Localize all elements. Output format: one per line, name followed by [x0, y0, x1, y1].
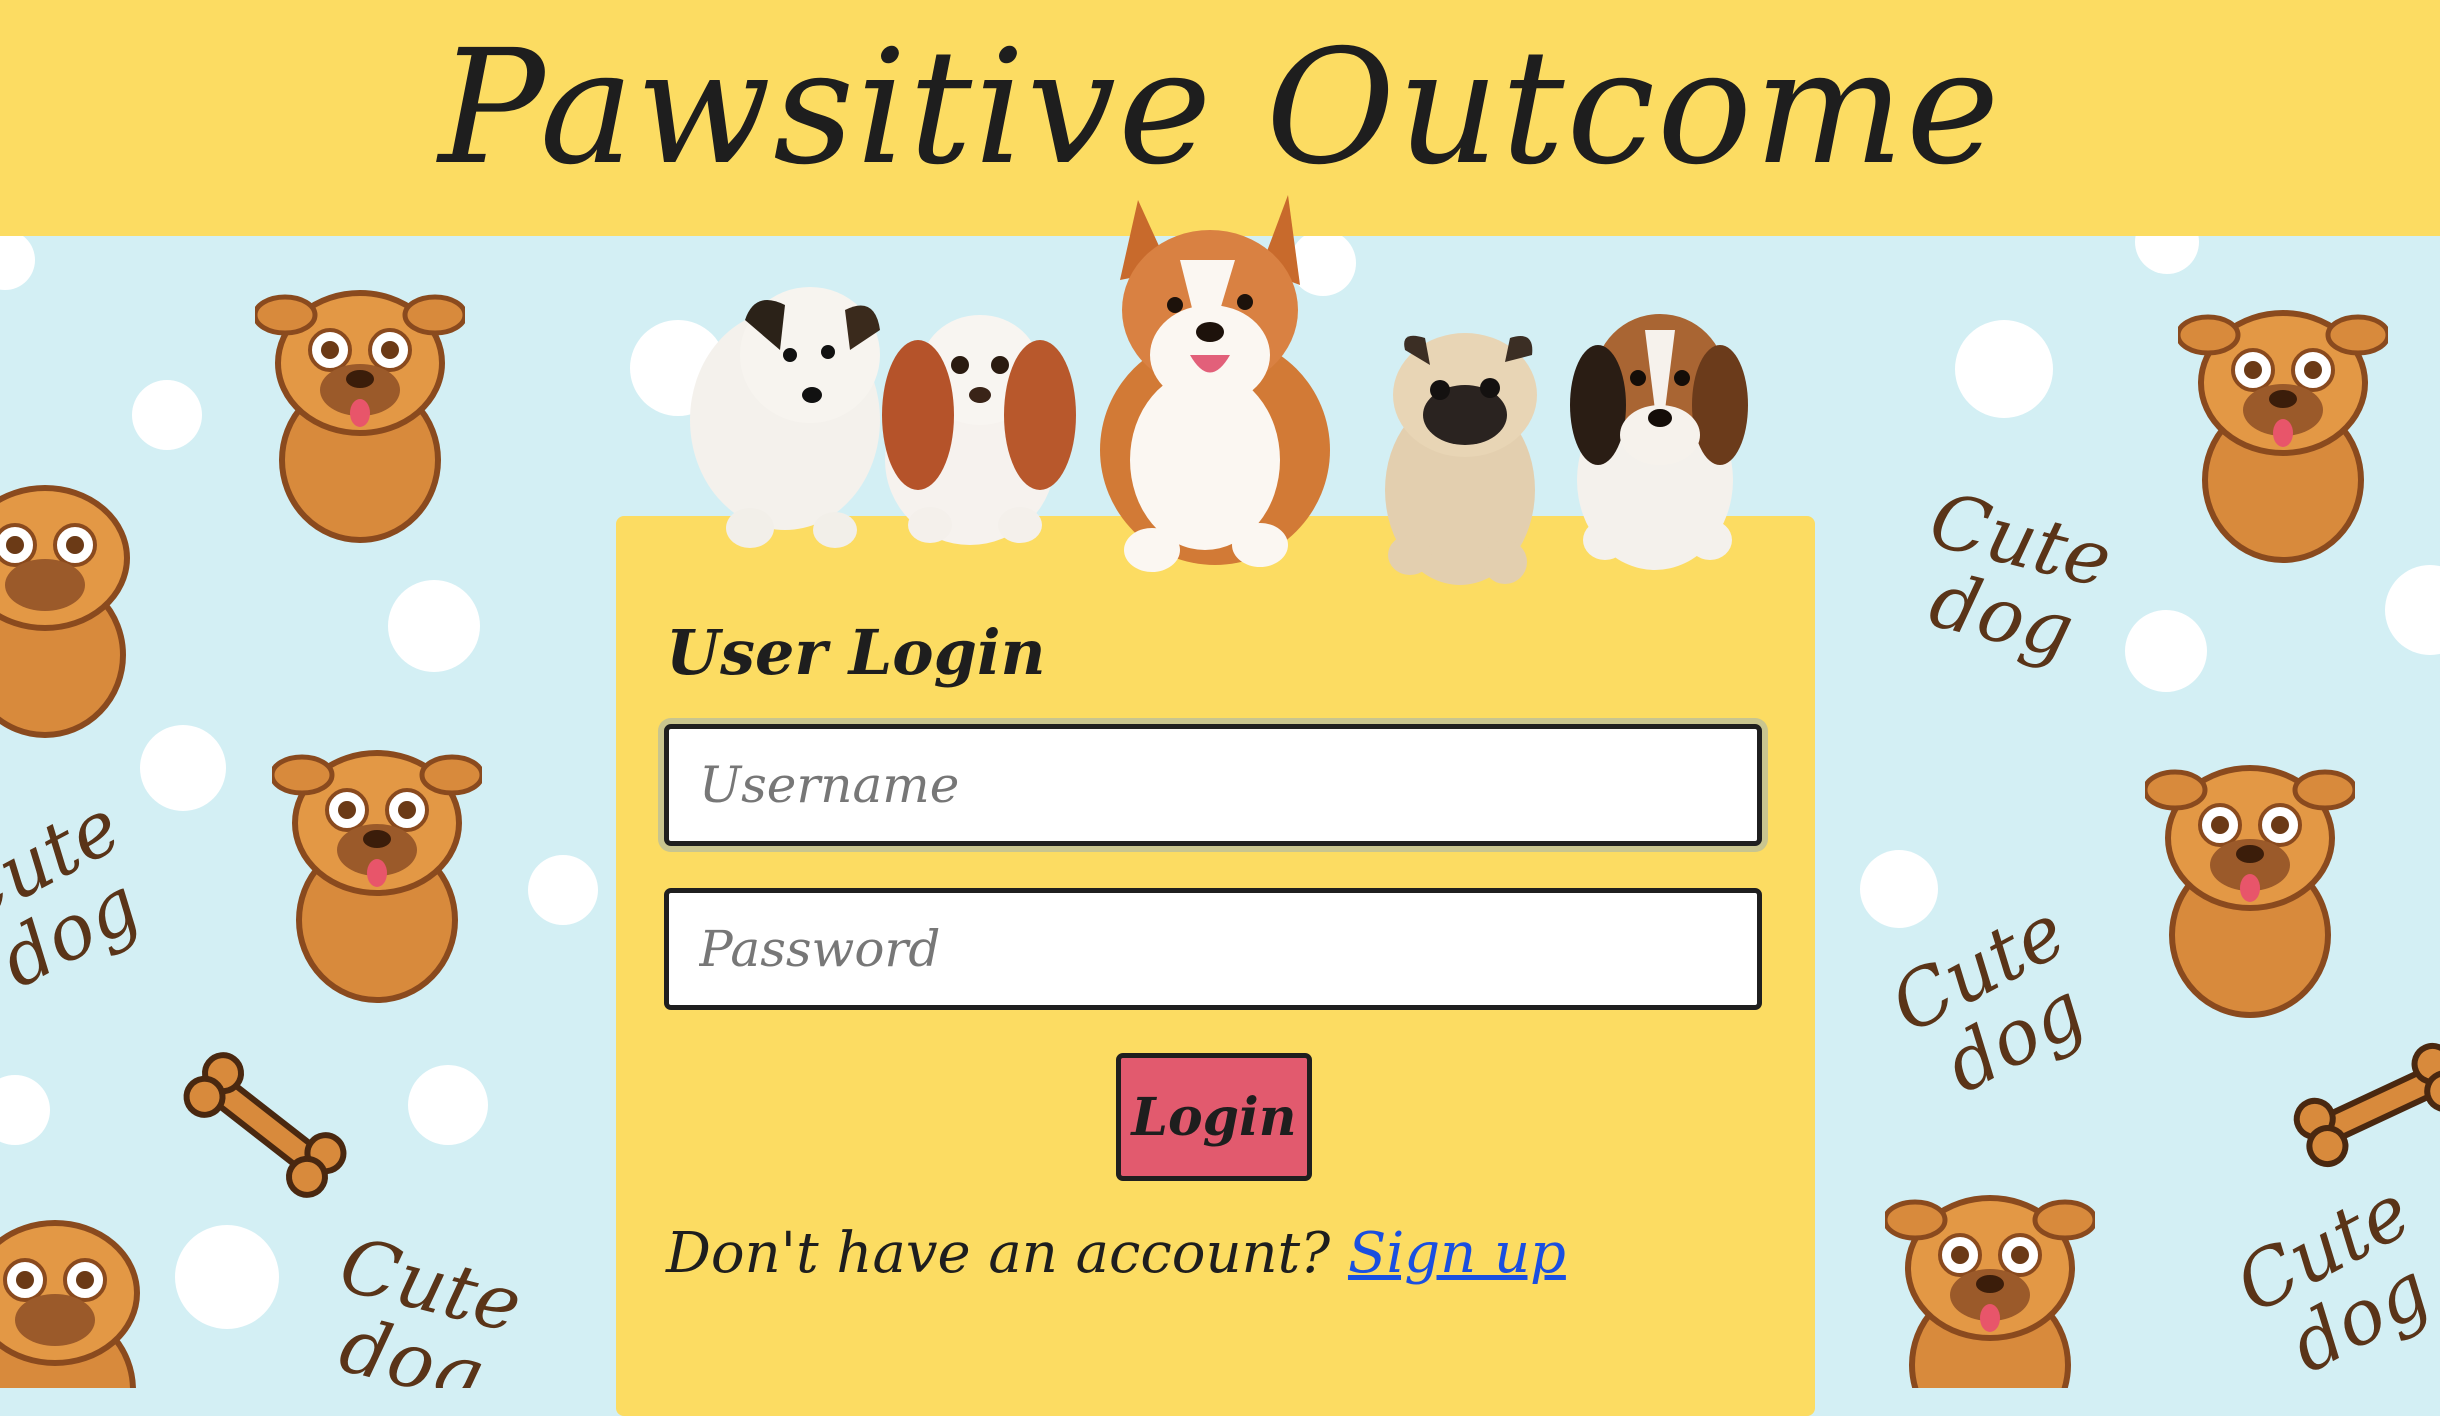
cute-dog-pattern-text: Cute dog [0, 781, 169, 1009]
polka-dot [0, 1075, 50, 1145]
cartoon-pug-icon [0, 1220, 140, 1388]
password-input[interactable] [664, 888, 1762, 1010]
corgi-dog-icon [1100, 195, 1330, 572]
terrier-dog-icon [690, 287, 880, 548]
login-title: User Login [666, 616, 1046, 689]
polka-dot [132, 380, 202, 450]
polka-dot [2385, 565, 2440, 655]
cute-dog-pattern-text: Cute dog [314, 1219, 531, 1388]
polka-dot [175, 1225, 279, 1329]
no-account-text: Don't have an account? [666, 1221, 1331, 1286]
cartoon-pug-icon [255, 290, 465, 543]
bone-icon [183, 1052, 347, 1198]
dogs-peeking-illustration [690, 195, 1748, 585]
cartoon-pug-icon [2178, 310, 2388, 563]
login-card: User Login Login Don't have an account? … [616, 516, 1815, 1416]
cartoon-pug-icon [1885, 1195, 2095, 1388]
site-title: Pawsitive Outcome [438, 16, 2002, 200]
signup-prompt: Don't have an account? Sign up [666, 1221, 1566, 1286]
polka-dot [408, 1065, 488, 1145]
cute-dog-pattern-text: Cute dog [2221, 1166, 2440, 1388]
login-button[interactable]: Login [1116, 1053, 1312, 1181]
spaniel-dog-icon [882, 315, 1076, 545]
cartoon-pug-icon [272, 750, 482, 1003]
beagle-dog-icon [1570, 314, 1748, 570]
polka-dot [1860, 850, 1938, 928]
pug-dog-icon [1385, 333, 1537, 585]
polka-dot [1955, 320, 2053, 418]
polka-dot [528, 855, 598, 925]
cute-dog-pattern-text: Cute dog [1904, 474, 2121, 675]
signup-link[interactable]: Sign up [1348, 1221, 1566, 1286]
username-input[interactable] [664, 724, 1762, 846]
polka-dot [2125, 610, 2207, 692]
cartoon-pug-icon [2145, 765, 2355, 1018]
polka-dot [0, 230, 35, 290]
polka-dot [140, 725, 226, 811]
cartoon-pug-icon [0, 485, 130, 738]
polka-dot [388, 580, 480, 672]
bone-icon [2293, 1042, 2440, 1168]
